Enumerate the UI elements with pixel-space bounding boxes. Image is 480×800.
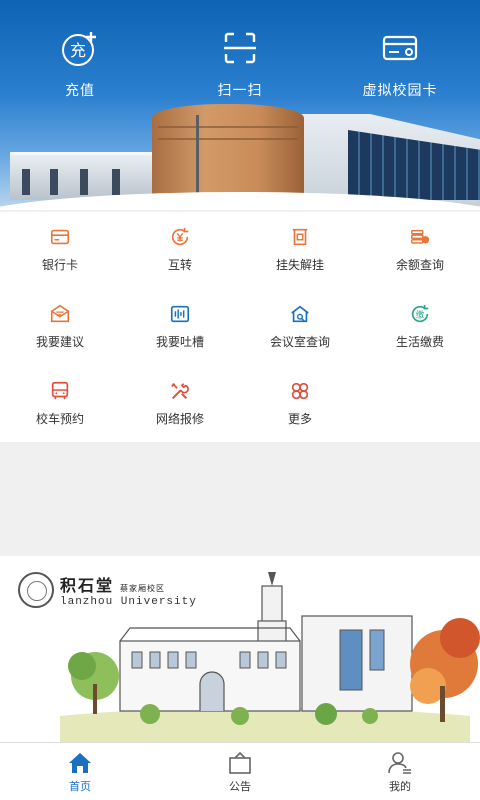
tab-home[interactable]: 首页 [0, 743, 160, 800]
recharge-label: 充值 [65, 83, 95, 99]
menu-item-label: 我要建议 [35, 335, 84, 349]
menu-item-label: 银行卡 [41, 258, 78, 272]
menu-item-complaint[interactable]: 我要吐槽 [120, 289, 240, 366]
menu-item-balance[interactable]: 余额查询 [360, 212, 480, 289]
notice-icon [229, 751, 251, 774]
building-sketch [60, 572, 480, 742]
virtual-card-button[interactable]: 虚拟校园卡 [340, 28, 460, 100]
profile-icon [388, 752, 411, 774]
recharge-icon: 充 [62, 32, 96, 66]
utility-payment-icon: 缴 [411, 304, 429, 323]
more-icon [291, 382, 309, 400]
menu-item-label: 互转 [167, 258, 192, 272]
menu-item-utility-payment[interactable]: 缴 生活缴费 [360, 289, 480, 366]
menu-item-bank-card[interactable]: 银行卡 [0, 212, 120, 289]
scan-button[interactable]: 扫一扫 [180, 28, 300, 100]
library-rotunda [152, 104, 304, 204]
network-repair-icon [171, 383, 189, 400]
menu-item-label: 网络报修 [155, 412, 204, 426]
menu-item-label: 会议室查询 [269, 335, 330, 349]
menu-item-transfer[interactable]: 互转 [120, 212, 240, 289]
balance-icon [411, 229, 430, 244]
recharge-button[interactable]: 充 充值 [20, 28, 140, 100]
campus-banner[interactable]: 积石堂 蔡家厢校区 lanzhou University [0, 556, 480, 742]
menu-item-label: 挂失解挂 [275, 258, 324, 272]
scan-label: 扫一扫 [217, 83, 263, 99]
bottom-nav: 首页 公告 我的 [0, 742, 480, 800]
tab-notice-label: 公告 [229, 780, 251, 793]
meeting-room-icon [291, 305, 309, 323]
building-left [10, 152, 160, 200]
menu-item-label: 生活缴费 [395, 335, 444, 349]
transfer-icon [171, 227, 189, 246]
svg-text:充: 充 [70, 41, 86, 60]
menu-item-meeting-room[interactable]: 会议室查询 [240, 289, 360, 366]
tab-profile-label: 我的 [389, 780, 411, 793]
bank-card-icon [50, 229, 70, 245]
suggestion-icon [50, 304, 70, 323]
hero-banner: 充 充值 扫一扫 虚拟校园卡 [0, 0, 480, 210]
menu-item-label: 更多 [287, 412, 312, 426]
menu-item-label: 我要吐槽 [155, 335, 204, 349]
menu-item-label: 余额查询 [395, 258, 444, 272]
tab-home-label: 首页 [69, 780, 91, 793]
report-loss-icon [292, 228, 308, 246]
virtual-card-icon [382, 35, 418, 61]
menu-item-network-repair[interactable]: 网络报修 [120, 366, 240, 443]
service-menu: 银行卡 互转 挂失解挂 余额查询 我要建议 我要吐槽 会议室查询 缴 生活缴费 … [0, 212, 480, 442]
complaint-icon [170, 305, 190, 323]
tab-notice[interactable]: 公告 [160, 743, 320, 800]
menu-item-shuttle-bus[interactable]: 校车预约 [0, 366, 120, 443]
shuttle-bus-icon [51, 381, 69, 400]
virtual-card-label: 虚拟校园卡 [362, 83, 438, 99]
scan-icon [224, 32, 256, 64]
menu-item-more[interactable]: 更多 [240, 366, 360, 443]
home-icon [69, 753, 91, 773]
menu-item-label: 校车预约 [35, 412, 84, 426]
tab-profile[interactable]: 我的 [320, 743, 480, 800]
menu-item-report-loss[interactable]: 挂失解挂 [240, 212, 360, 289]
menu-item-suggestion[interactable]: 我要建议 [0, 289, 120, 366]
svg-text:缴: 缴 [416, 310, 425, 320]
